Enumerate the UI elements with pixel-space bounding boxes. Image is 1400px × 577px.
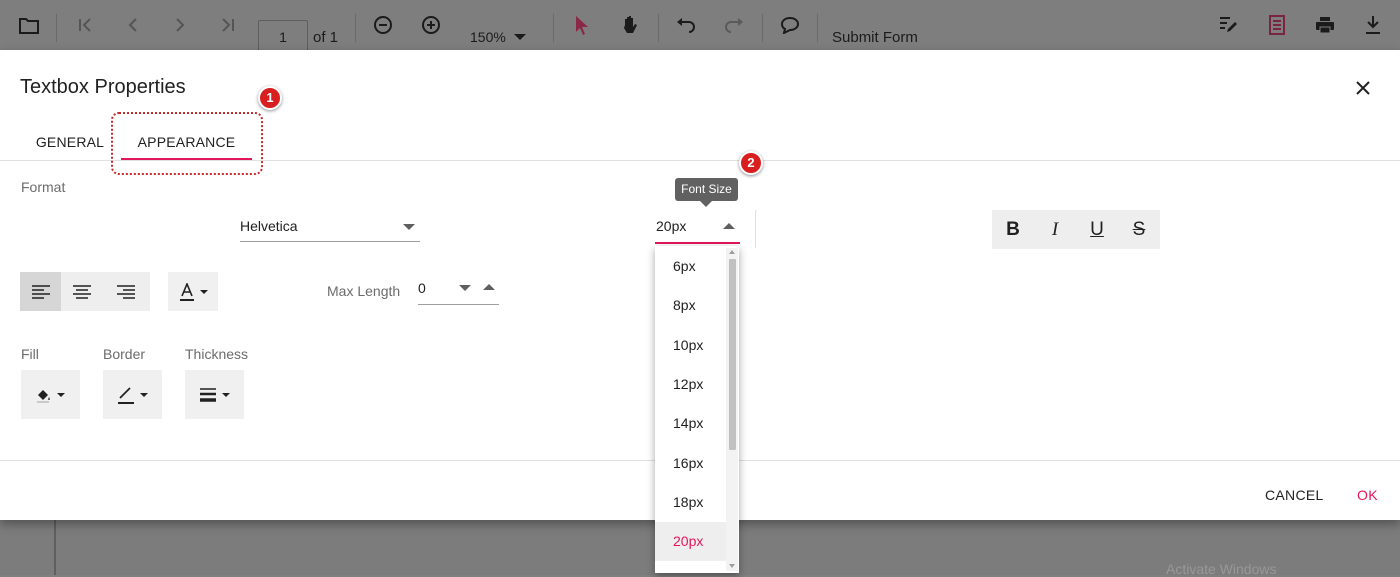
- font-size-option-16px[interactable]: 16px: [655, 444, 726, 483]
- font-size-option-10px[interactable]: 10px: [655, 326, 726, 365]
- align-right-icon: [117, 284, 135, 299]
- download-icon[interactable]: [1360, 0, 1386, 50]
- last-page-icon[interactable]: [215, 0, 241, 50]
- text-style-group: B I U S: [992, 210, 1160, 249]
- toolbar-separator: [658, 14, 659, 42]
- undo-icon[interactable]: [673, 0, 699, 50]
- chevron-down-icon: [199, 289, 208, 294]
- font-size-option-12px[interactable]: 12px: [655, 365, 726, 404]
- max-length-input[interactable]: [418, 304, 499, 305]
- print-icon[interactable]: [1312, 0, 1338, 50]
- thickness-button[interactable]: [185, 370, 244, 419]
- font-size-option-20px[interactable]: 20px: [655, 522, 726, 561]
- font-size-tooltip: Font Size: [675, 178, 738, 201]
- selection-pointer-icon[interactable]: [570, 0, 594, 50]
- chevron-down-icon: [513, 34, 526, 40]
- font-size-dropdown[interactable]: [655, 242, 740, 244]
- font-size-chevron-up-icon[interactable]: [723, 223, 735, 229]
- callout-badge-1: 1: [258, 86, 282, 110]
- pan-hand-icon[interactable]: [617, 0, 643, 50]
- align-left-button[interactable]: [20, 272, 61, 311]
- bold-button[interactable]: B: [992, 210, 1034, 249]
- format-separator: [755, 210, 756, 248]
- comment-icon[interactable]: [777, 0, 803, 50]
- page-border: [54, 520, 56, 575]
- border-color-button[interactable]: [103, 370, 162, 419]
- ok-button[interactable]: OK: [1357, 487, 1378, 503]
- fill-color-button[interactable]: [21, 370, 80, 419]
- font-family-dropdown[interactable]: [240, 241, 420, 242]
- viewer-toolbar: 1 of 1 150% Submit Form: [0, 0, 1400, 50]
- toolbar-separator: [56, 14, 57, 42]
- close-icon[interactable]: [1352, 77, 1374, 99]
- font-family-value: Helvetica: [240, 218, 298, 234]
- toolbar-separator: [355, 14, 356, 42]
- open-folder-icon[interactable]: [16, 0, 42, 50]
- dialog-title: Textbox Properties: [20, 76, 186, 98]
- toolbar-separator: [553, 14, 554, 42]
- cancel-button[interactable]: CANCEL: [1265, 487, 1324, 503]
- chevron-down-icon: [140, 392, 148, 397]
- page-number-input[interactable]: 1: [258, 20, 308, 50]
- decrement-icon[interactable]: [459, 285, 471, 291]
- callout-badge-2: 2: [739, 151, 763, 175]
- alignment-group: [20, 272, 150, 311]
- zoom-out-icon[interactable]: [370, 0, 396, 50]
- align-right-button[interactable]: [102, 272, 150, 311]
- font-size-option-14px[interactable]: 14px: [655, 404, 726, 443]
- max-length-label: Max Length: [327, 283, 401, 299]
- font-size-option-8px[interactable]: 8px: [655, 286, 726, 325]
- toolbar-separator: [817, 14, 818, 42]
- popup-scrollbar-thumb[interactable]: [729, 259, 736, 450]
- line-weight-icon: [200, 387, 216, 402]
- font-size-option-18px[interactable]: 18px: [655, 483, 726, 522]
- increment-icon[interactable]: [483, 284, 495, 290]
- border-label: Border: [103, 346, 146, 362]
- fill-label: Fill: [21, 346, 39, 362]
- zoom-value: 150%: [470, 29, 506, 45]
- zoom-in-icon[interactable]: [418, 0, 444, 50]
- align-center-icon: [72, 284, 91, 299]
- appearance-tab-callout: [111, 112, 263, 175]
- pen-line-icon: [118, 386, 134, 404]
- toolbar-separator: [762, 14, 763, 42]
- align-center-button[interactable]: [61, 272, 102, 311]
- align-left-icon: [31, 284, 50, 299]
- font-size-option-6px[interactable]: 6px: [655, 247, 726, 286]
- tooltip-arrow: [700, 201, 712, 207]
- max-length-value: 0: [418, 280, 426, 296]
- first-page-icon[interactable]: [72, 0, 98, 50]
- format-label: Format: [21, 179, 66, 195]
- thickness-label: Thickness: [185, 346, 249, 362]
- next-page-icon[interactable]: [167, 0, 193, 50]
- form-designer-icon[interactable]: [1264, 0, 1290, 50]
- font-family-chevron-down-icon[interactable]: [403, 224, 415, 230]
- strikethrough-button[interactable]: S: [1118, 210, 1160, 249]
- redo-icon[interactable]: [721, 0, 747, 50]
- italic-button[interactable]: I: [1034, 210, 1076, 249]
- tab-general[interactable]: GENERAL: [28, 124, 112, 160]
- edit-annotation-icon[interactable]: [1215, 0, 1241, 50]
- font-color-icon: [179, 282, 194, 301]
- scroll-down-icon[interactable]: [729, 564, 735, 568]
- chevron-down-icon: [57, 392, 65, 397]
- chevron-down-icon: [222, 392, 230, 397]
- previous-page-icon[interactable]: [120, 0, 146, 50]
- paint-bucket-icon: [37, 389, 50, 403]
- font-size-value: 20px: [656, 218, 687, 234]
- scroll-up-icon[interactable]: [729, 250, 735, 254]
- font-color-button[interactable]: [168, 272, 218, 311]
- underline-button[interactable]: U: [1076, 210, 1118, 249]
